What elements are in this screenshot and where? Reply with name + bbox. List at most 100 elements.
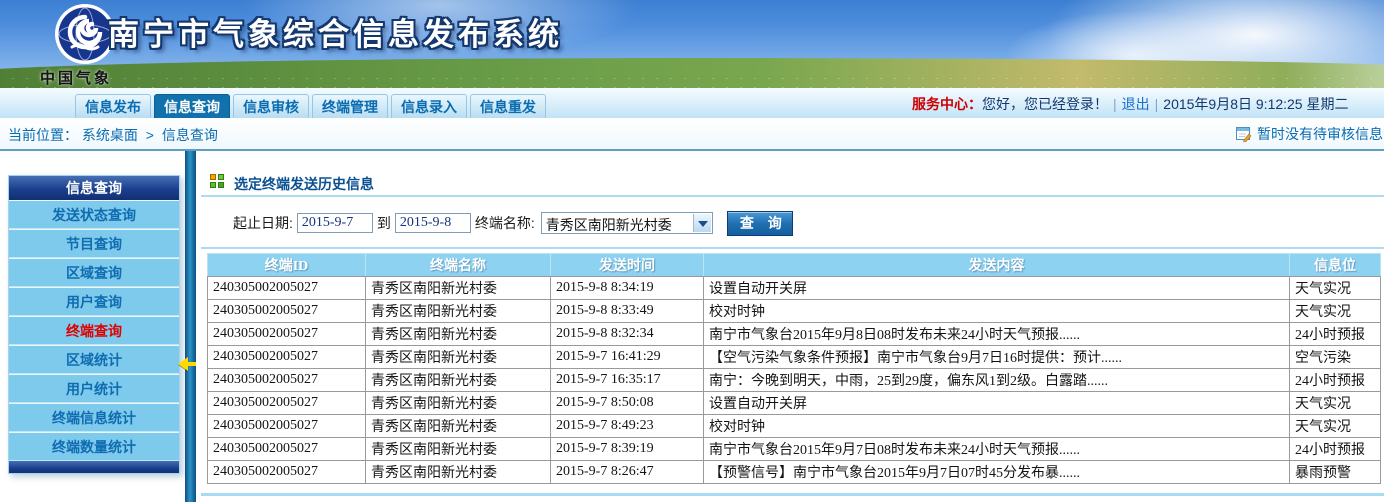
nav-tab[interactable]: 信息录入 [391, 94, 467, 118]
sidebar-item[interactable]: 区域统计 [9, 345, 179, 374]
filter-bar: 起止日期: 到 终端名称: 青秀区南阳新光村委 查 询 [201, 199, 1384, 249]
table-cell: 240305002005027 [208, 415, 366, 438]
table-cell: 天气实况 [1290, 392, 1381, 415]
table-row[interactable]: 240305002005027青秀区南阳新光村委2015-9-8 8:32:34… [208, 323, 1381, 346]
table-cell: 2015-9-7 8:50:08 [551, 392, 704, 415]
table-cell: 24小时预报 [1290, 438, 1381, 461]
sidebar-item[interactable]: 区域查询 [9, 258, 179, 287]
to-label: 到 [377, 213, 391, 233]
sidebar-item-active[interactable]: 终端查询 [9, 316, 179, 345]
table-cell: 2015-9-7 16:35:17 [551, 369, 704, 392]
column-header: 信息位 [1290, 254, 1381, 277]
table-cell: 2015-9-7 8:39:19 [551, 438, 704, 461]
sidebar: 信息查询 发送状态查询节目查询区域查询用户查询终端查询区域统计用户统计终端信息统… [8, 175, 180, 474]
table-cell: 2015-9-7 8:26:47 [551, 461, 704, 484]
table-row[interactable]: 240305002005027青秀区南阳新光村委2015-9-8 8:34:19… [208, 277, 1381, 300]
table-cell: 【空气污染气象条件预报】南宁市气象台9月7日16时提供：预计...... [704, 346, 1290, 369]
table-cell: 240305002005027 [208, 346, 366, 369]
sidebar-item[interactable]: 节目查询 [9, 229, 179, 258]
app-title: 南宁市气象综合信息发布系统 [108, 9, 563, 54]
date-from-input[interactable] [297, 213, 373, 233]
sidebar-item[interactable]: 终端信息统计 [9, 403, 179, 432]
user-status-area: 服务中心：您好，您已经登录！|退出|2015年9月8日 9:12:25 星期二 [912, 94, 1349, 114]
breadcrumb-separator: > [146, 127, 154, 143]
table-cell: 南宁市气象台2015年9月7日08时发布未来24小时天气预报...... [704, 438, 1290, 461]
main-panel: 选定终端发送历史信息 起止日期: 到 终端名称: 青秀区南阳新光村委 查 询 终… [196, 151, 1384, 502]
logo-caption: 中国气象 [40, 67, 112, 88]
table-cell: 校对时钟 [704, 415, 1290, 438]
history-table: 终端ID终端名称发送时间发送内容信息位 240305002005027青秀区南阳… [207, 253, 1381, 484]
sidebar-item[interactable]: 终端数量统计 [9, 432, 179, 461]
sidebar-item[interactable]: 用户统计 [9, 374, 179, 403]
table-cell: 2015-9-7 8:49:23 [551, 415, 704, 438]
content-area: 信息查询 发送状态查询节目查询区域查询用户查询终端查询区域统计用户统计终端信息统… [0, 151, 1384, 502]
breadcrumb-prefix: 当前位置： [8, 127, 78, 143]
table-row[interactable]: 240305002005027青秀区南阳新光村委2015-9-7 8:26:47… [208, 461, 1381, 484]
nav-tab[interactable]: 信息审核 [233, 94, 309, 118]
query-button[interactable]: 查 询 [727, 211, 793, 236]
terminal-select[interactable]: 青秀区南阳新光村委 [541, 212, 713, 234]
table-cell: 青秀区南阳新光村委 [366, 438, 551, 461]
table-cell: 24小时预报 [1290, 369, 1381, 392]
login-greeting: 您好，您已经登录！ [982, 96, 1108, 112]
table-cell: 校对时钟 [704, 300, 1290, 323]
sidebar-items: 发送状态查询节目查询区域查询用户查询终端查询区域统计用户统计终端信息统计终端数量… [9, 200, 179, 461]
service-center-label: 服务中心： [912, 96, 982, 112]
date-to-input[interactable] [395, 213, 471, 233]
nav-tab[interactable]: 信息重发 [470, 94, 546, 118]
table-cell: 240305002005027 [208, 438, 366, 461]
table-row[interactable]: 240305002005027青秀区南阳新光村委2015-9-7 8:39:19… [208, 438, 1381, 461]
table-cell: 240305002005027 [208, 300, 366, 323]
table-row[interactable]: 240305002005027青秀区南阳新光村委2015-9-7 16:35:1… [208, 369, 1381, 392]
table-cell: 240305002005027 [208, 323, 366, 346]
table-cell: 暴雨预警 [1290, 461, 1381, 484]
table-cell: 240305002005027 [208, 392, 366, 415]
table-row[interactable]: 240305002005027青秀区南阳新光村委2015-9-7 16:41:2… [208, 346, 1381, 369]
terminal-select-value: 青秀区南阳新光村委 [546, 215, 672, 235]
table-cell: 青秀区南阳新光村委 [366, 323, 551, 346]
table-cell: 南宁市气象台2015年9月8日08时发布未来24小时天气预报...... [704, 323, 1290, 346]
table-cell: 240305002005027 [208, 369, 366, 392]
table-cell: 240305002005027 [208, 277, 366, 300]
nav-tab-active[interactable]: 信息查询 [154, 94, 230, 118]
table-bottom-border [201, 493, 1384, 496]
table-cell: 青秀区南阳新光村委 [366, 461, 551, 484]
banner: 中国气象 南宁市气象综合信息发布系统 [0, 0, 1384, 88]
table-header-row: 终端ID终端名称发送时间发送内容信息位 [208, 254, 1381, 277]
table-cell: 南宁：今晚到明天，中雨，25到29度，偏东风1到2级。白露踏...... [704, 369, 1290, 392]
nav-tabs: 信息发布信息查询信息审核终端管理信息录入信息重发 [75, 94, 546, 118]
panel-title-bar: 选定终端发送历史信息 [201, 169, 1384, 197]
table-cell: 空气污染 [1290, 346, 1381, 369]
nav-tab[interactable]: 信息发布 [75, 94, 151, 118]
terminal-name-label: 终端名称: [475, 213, 535, 233]
grass-field-decoration [0, 58, 1384, 88]
table-row[interactable]: 240305002005027青秀区南阳新光村委2015-9-7 8:49:23… [208, 415, 1381, 438]
column-header: 终端名称 [366, 254, 551, 277]
dropdown-arrow-icon[interactable] [693, 214, 711, 232]
table-cell: 天气实况 [1290, 300, 1381, 323]
sidebar-splitter[interactable] [185, 151, 196, 502]
sidebar-item[interactable]: 发送状态查询 [9, 200, 179, 229]
table-cell: 2015-9-7 16:41:29 [551, 346, 704, 369]
table-cell: 青秀区南阳新光村委 [366, 346, 551, 369]
nav-tab[interactable]: 终端管理 [312, 94, 388, 118]
table-row[interactable]: 240305002005027青秀区南阳新光村委2015-9-7 8:50:08… [208, 392, 1381, 415]
table-cell: 2015-9-8 8:34:19 [551, 277, 704, 300]
table-cell: 2015-9-8 8:33:49 [551, 300, 704, 323]
table-cell: 24小时预报 [1290, 323, 1381, 346]
table-cell: 【预警信号】南宁市气象台2015年9月7日07时45分发布暴...... [704, 461, 1290, 484]
column-header: 终端ID [208, 254, 366, 277]
review-notice-text: 暂时没有待审核信息 [1257, 126, 1383, 142]
table-cell: 青秀区南阳新光村委 [366, 415, 551, 438]
panel-title: 选定终端发送历史信息 [234, 174, 374, 194]
breadcrumb-home[interactable]: 系统桌面 [82, 127, 138, 143]
sidebar-item[interactable]: 用户查询 [9, 287, 179, 316]
logout-link[interactable]: 退出 [1122, 96, 1150, 112]
table-cell: 天气实况 [1290, 415, 1381, 438]
breadcrumb-current[interactable]: 信息查询 [162, 127, 218, 143]
table-row[interactable]: 240305002005027青秀区南阳新光村委2015-9-8 8:33:49… [208, 300, 1381, 323]
table-cell: 2015-9-8 8:32:34 [551, 323, 704, 346]
date-range-label: 起止日期: [233, 213, 293, 233]
collapse-arrow-icon[interactable] [178, 357, 198, 371]
table-cell: 青秀区南阳新光村委 [366, 277, 551, 300]
